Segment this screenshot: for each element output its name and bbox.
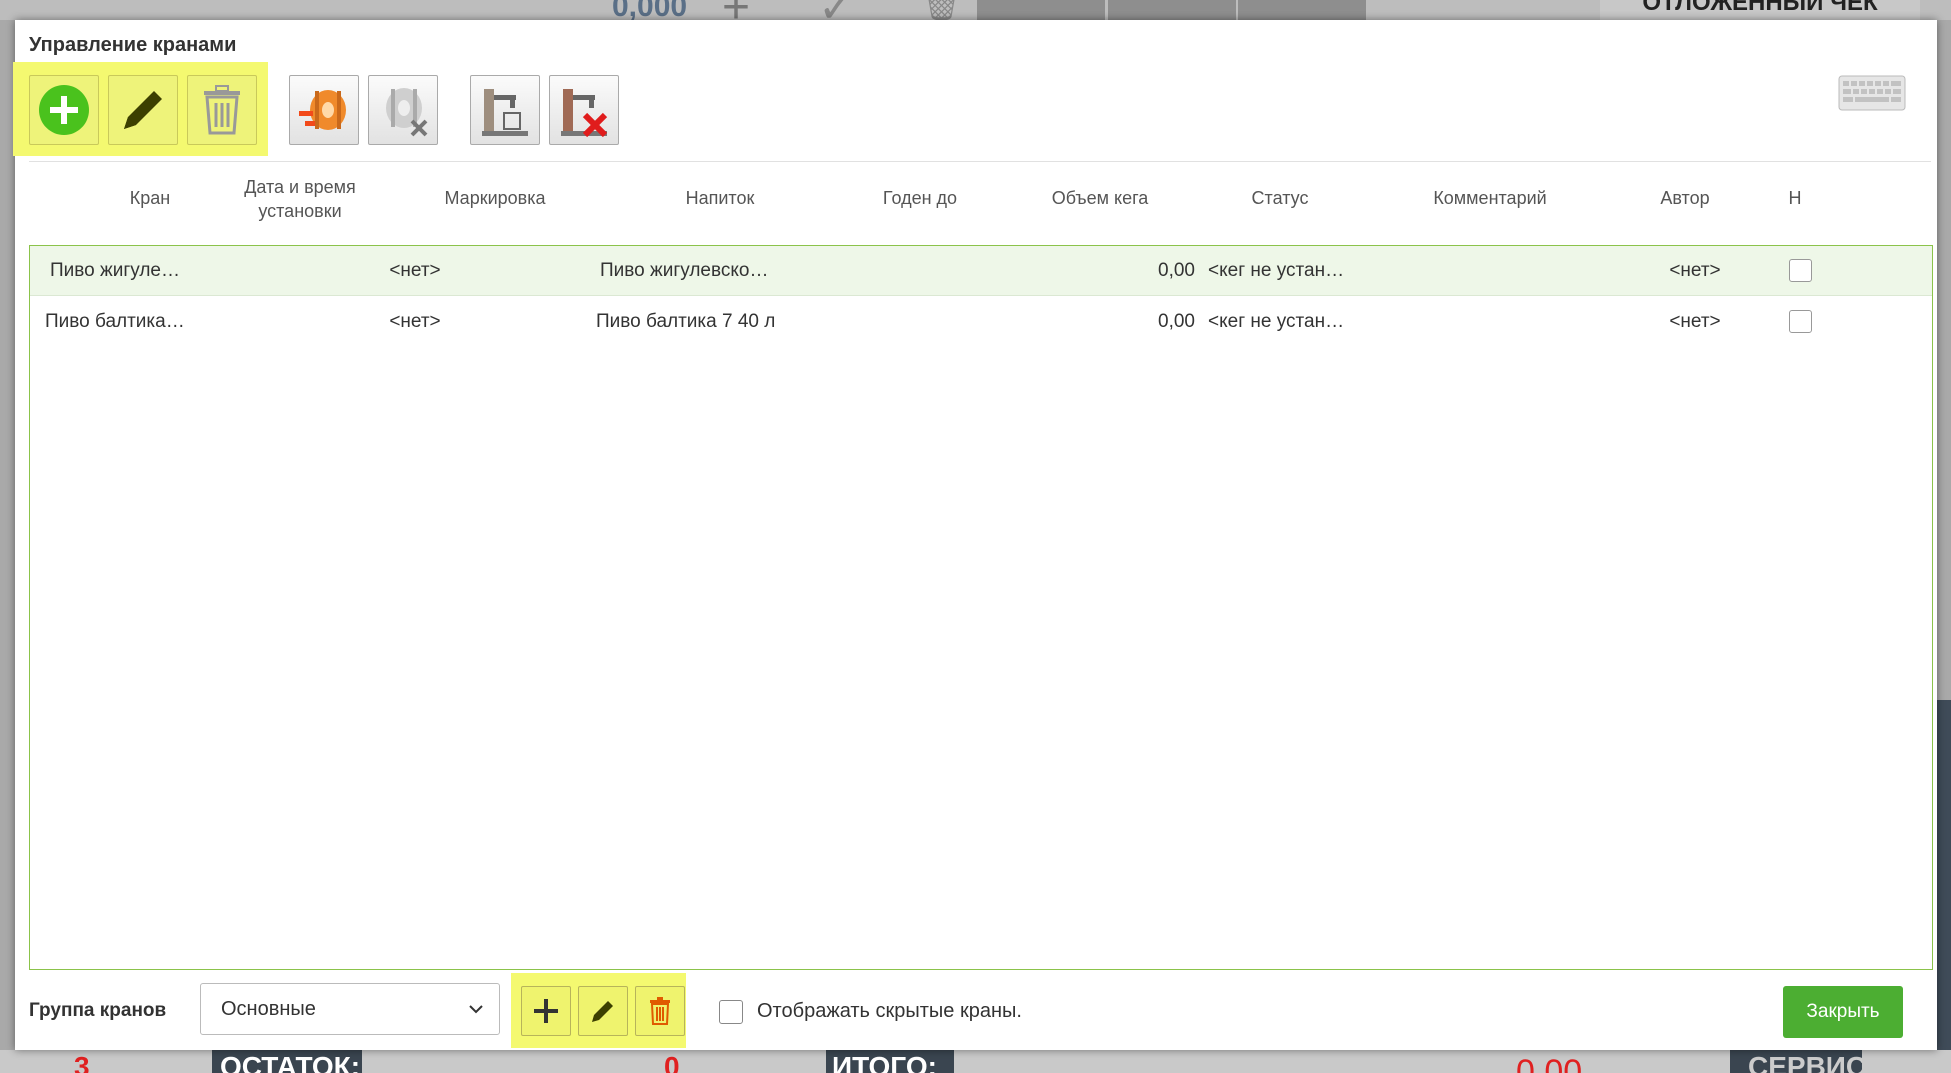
keyboard-icon	[1838, 75, 1906, 111]
cell-marking: <нет>	[389, 311, 441, 332]
cell-marking: <нет>	[389, 260, 441, 281]
cell-author: <нет>	[1669, 260, 1721, 281]
delete-group-button[interactable]	[635, 986, 685, 1036]
tap-remove-button[interactable]	[549, 75, 619, 145]
pencil-icon	[592, 1001, 613, 1022]
cell-tap: Пиво балтика…	[45, 311, 185, 332]
row-hidden-checkbox[interactable]	[1789, 310, 1812, 333]
cell-author: <нет>	[1669, 311, 1721, 332]
column-header-install-datetime[interactable]: Дата и время установки	[225, 175, 375, 223]
row-hidden-checkbox[interactable]	[1789, 259, 1812, 282]
keg-remove-icon	[386, 88, 428, 137]
show-hidden-taps-checkbox[interactable]	[719, 1000, 743, 1024]
tap-remove-icon	[561, 89, 608, 138]
column-header-author[interactable]: Автор	[1630, 186, 1740, 210]
tap-setup-button[interactable]	[470, 75, 540, 145]
cell-drink: Пиво жигулевско…	[600, 260, 769, 281]
cell-status: <кег не устан…	[1208, 260, 1345, 281]
column-header-tap[interactable]: Кран	[105, 186, 195, 210]
close-button[interactable]: Закрыть	[1783, 986, 1903, 1038]
add-tap-button[interactable]	[29, 75, 99, 145]
cell-drink: Пиво балтика 7 40 л	[596, 311, 776, 332]
background-button	[1108, 0, 1236, 20]
cell-status: <кег не устан…	[1208, 311, 1345, 332]
add-icon	[39, 85, 89, 135]
edit-tap-button[interactable]	[108, 75, 178, 145]
background-bottom-bar: 3 ОСТАТОК: 0 ИТОГО: 0.00 СЕРВИС	[0, 1050, 1951, 1073]
background-button	[977, 0, 1105, 20]
table-row[interactable]: Пиво жигуле… <нет> Пиво жигулевско… 0,00…	[30, 246, 1932, 296]
background-remainder-value: 0	[664, 1051, 680, 1073]
toolbar-divider	[29, 161, 1931, 162]
background-total-label: ИТОГО:	[826, 1050, 954, 1073]
column-header-drink[interactable]: Напиток	[635, 186, 805, 210]
tap-group-value: Основные	[221, 998, 316, 1020]
tap-group-label: Группа кранов	[29, 1000, 167, 1021]
remove-keg-button[interactable]	[368, 75, 438, 145]
background-deferred-check: ОТЛОЖЕННЫЙ ЧЕК	[1600, 0, 1920, 20]
taps-table: Пиво жигуле… <нет> Пиво жигулевско… 0,00…	[29, 245, 1933, 970]
background-top-bar: 0,000 + ✓ 🗑 ОТЛОЖЕННЫЙ ЧЕК	[0, 0, 1951, 34]
trash-icon	[204, 85, 240, 135]
dialog-title: Управление кранами	[29, 34, 237, 56]
trash-icon	[650, 997, 670, 1025]
column-header-status[interactable]: Статус	[1215, 186, 1345, 210]
plus-icon	[534, 999, 558, 1023]
background-remainder-label: ОСТАТОК:	[212, 1050, 362, 1073]
add-group-button[interactable]	[521, 986, 571, 1036]
column-header-expiry[interactable]: Годен до	[855, 186, 985, 210]
background-count: 3	[74, 1051, 90, 1073]
column-header-marking[interactable]: Маркировка	[415, 186, 575, 210]
background-service-button: СЕРВИС	[1730, 1050, 1862, 1073]
column-header-comment[interactable]: Комментарий	[1400, 186, 1580, 210]
column-header-h[interactable]: Н	[1775, 186, 1815, 210]
install-keg-button[interactable]	[289, 75, 359, 145]
delete-tap-button[interactable]	[187, 75, 257, 145]
edit-group-button[interactable]	[578, 986, 628, 1036]
keg-install-icon	[299, 90, 346, 130]
tap-group-select[interactable]: Основные	[200, 983, 500, 1035]
cell-keg-volume: 0,00	[1158, 311, 1195, 332]
keyboard-button[interactable]	[1838, 75, 1906, 111]
pencil-icon	[124, 91, 162, 129]
column-header-keg-volume[interactable]: Объем кега	[1025, 186, 1175, 210]
background-total-value: 0.00	[1516, 1053, 1583, 1073]
cell-keg-volume: 0,00	[1158, 260, 1195, 281]
background-button	[1238, 0, 1366, 20]
cell-tap: Пиво жигуле…	[50, 260, 180, 281]
tap-icon	[482, 89, 528, 136]
show-hidden-taps-label[interactable]: Отображать скрытые краны.	[757, 1000, 1022, 1023]
tap-management-dialog: Управление кранами Кран Дата и время уст…	[13, 20, 1937, 1050]
table-row[interactable]: Пиво балтика… <нет> Пиво балтика 7 40 л …	[30, 297, 1932, 347]
chevron-down-icon	[469, 1005, 483, 1014]
